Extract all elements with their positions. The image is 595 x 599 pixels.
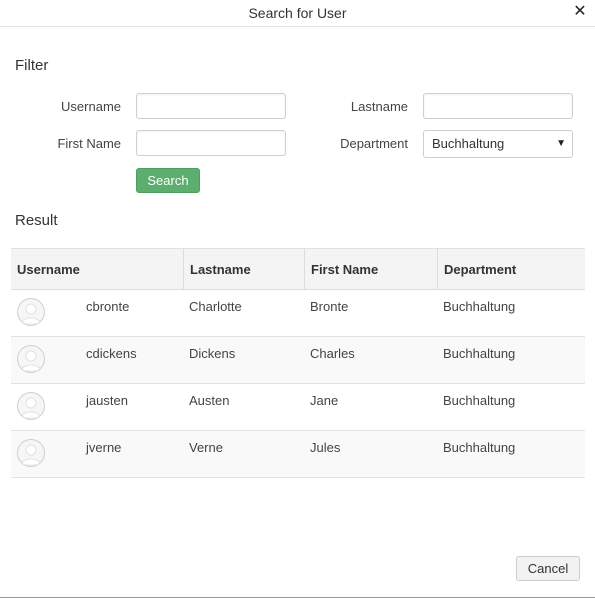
cell-firstname: Jane xyxy=(310,393,339,408)
cell-lastname: Austen xyxy=(189,393,230,408)
cell-firstname: Charles xyxy=(310,346,355,361)
cell-department: Buchhaltung xyxy=(443,299,516,314)
chevron-down-icon: ▼ xyxy=(556,138,566,149)
cell-username: cbronte xyxy=(86,299,130,314)
user-icon xyxy=(20,350,42,372)
avatar xyxy=(17,439,45,467)
cell-username: jverne xyxy=(86,440,122,455)
cell-username: jausten xyxy=(86,393,128,408)
cell-firstname: Jules xyxy=(310,440,341,455)
table-row[interactable]: jausten Austen Jane Buchhaltung xyxy=(11,384,585,431)
user-icon xyxy=(20,444,42,466)
department-label: Department xyxy=(340,136,408,151)
table-row[interactable]: jverne Verne Jules Buchhaltung xyxy=(11,431,585,478)
firstname-label: First Name xyxy=(57,136,121,151)
dialog-title: Search for User xyxy=(248,5,347,21)
table-row[interactable]: cbronte Charlotte Bronte Buchhaltung xyxy=(11,290,585,337)
username-label: Username xyxy=(61,99,121,114)
lastname-label: Lastname xyxy=(350,99,408,114)
close-icon[interactable]: ✕ xyxy=(571,1,589,23)
avatar xyxy=(17,392,45,420)
cell-department: Buchhaltung xyxy=(443,346,516,361)
cell-lastname: Verne xyxy=(189,440,223,455)
department-select[interactable]: Buchhaltung ▼ xyxy=(423,130,573,158)
column-header-lastname[interactable]: Lastname xyxy=(183,249,304,290)
cell-lastname: Charlotte xyxy=(189,299,242,314)
column-header-username[interactable]: Username xyxy=(11,249,183,290)
firstname-input[interactable] xyxy=(136,130,286,156)
column-header-department[interactable]: Department xyxy=(437,249,585,290)
table-row[interactable]: cdickens Dickens Charles Buchhaltung xyxy=(11,337,585,384)
result-table: Username Lastname First Name Department … xyxy=(11,248,585,478)
user-icon xyxy=(20,303,42,325)
result-heading: Result xyxy=(15,212,58,229)
cell-department: Buchhaltung xyxy=(443,440,516,455)
cell-username: cdickens xyxy=(86,346,137,361)
column-header-firstname[interactable]: First Name xyxy=(304,249,437,290)
username-input[interactable] xyxy=(136,93,286,119)
avatar xyxy=(17,298,45,326)
filter-heading: Filter xyxy=(15,57,49,74)
user-icon xyxy=(20,397,42,419)
cancel-button[interactable]: Cancel xyxy=(516,556,580,581)
cell-firstname: Bronte xyxy=(310,299,349,314)
department-selected-value: Buchhaltung xyxy=(432,136,505,151)
cell-department: Buchhaltung xyxy=(443,393,516,408)
dialog-bottom-border xyxy=(0,597,595,598)
dialog-titlebar: Search for User ✕ xyxy=(0,0,595,27)
lastname-input[interactable] xyxy=(423,93,573,119)
table-header: Username Lastname First Name Department xyxy=(11,248,585,290)
avatar xyxy=(17,345,45,373)
cell-lastname: Dickens xyxy=(189,346,236,361)
search-button[interactable]: Search xyxy=(136,168,200,193)
